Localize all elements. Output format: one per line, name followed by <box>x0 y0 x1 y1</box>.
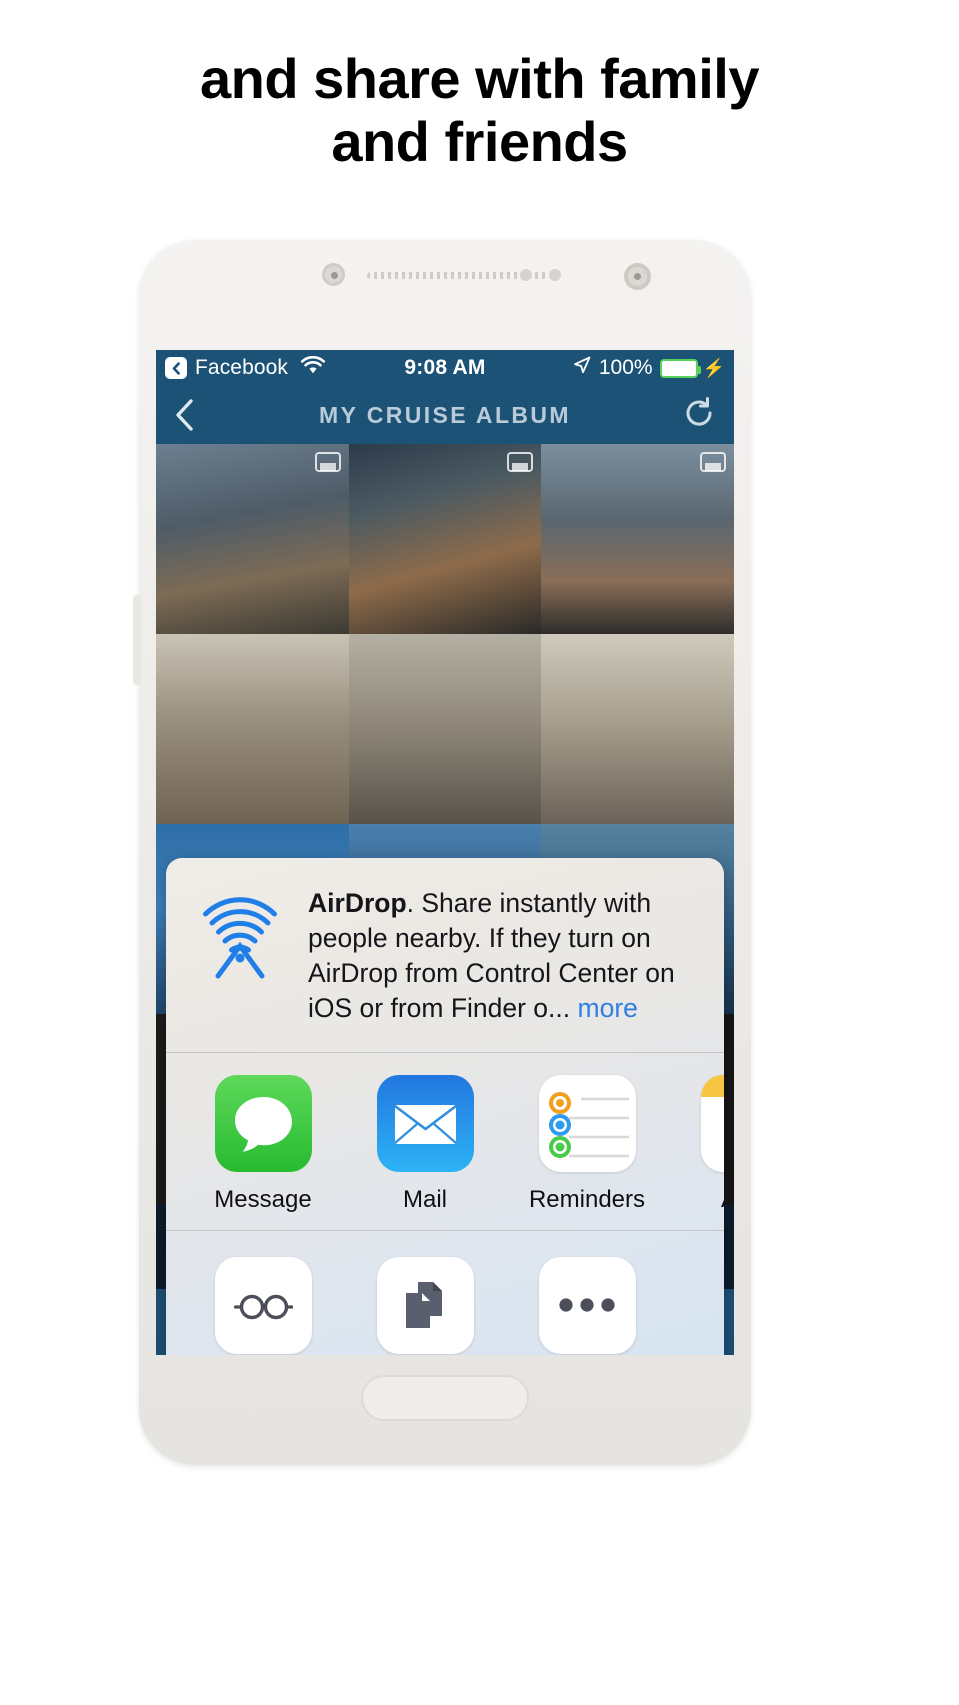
photo-thumb[interactable] <box>541 634 734 824</box>
album-badge-icon <box>700 452 726 472</box>
notes-icon <box>700 1074 724 1172</box>
sheet-divider <box>166 1051 724 1053</box>
share-target-label: Mail <box>402 1185 447 1213</box>
share-sheet: AirDrop. Share instantly with people nea… <box>166 858 724 1355</box>
album-badge-icon <box>507 452 534 472</box>
action-more[interactable]: More <box>524 1256 650 1355</box>
album-badge-icon <box>314 452 341 472</box>
album-title: MY CRUISE ALBUM <box>319 401 571 428</box>
status-bar: Facebook 9:08 AM 100% ⚡ <box>156 350 734 386</box>
airdrop-more-link[interactable]: more <box>578 993 638 1023</box>
sheet-divider <box>166 1229 724 1231</box>
share-apps-row: Message Mail Reminders <box>166 1053 724 1230</box>
ellipsis-icon <box>538 1256 636 1354</box>
share-target-label: Reminders <box>528 1185 646 1213</box>
airdrop-title: AirDrop <box>308 888 407 918</box>
copy-icon <box>376 1256 474 1354</box>
share-target-notes[interactable]: Add t <box>686 1074 724 1214</box>
phone-side-button <box>133 595 141 685</box>
page-title: and share with family and friends <box>0 47 959 173</box>
lightning-bolt-icon: ⚡ <box>702 357 725 378</box>
headline-line-1: and share with family <box>200 47 760 110</box>
share-actions-row: Add to Reading List <box>166 1231 724 1355</box>
share-target-label: Add t <box>686 1186 724 1214</box>
mail-icon <box>376 1074 474 1172</box>
sensor-dot-right <box>549 269 561 281</box>
photo-thumb[interactable] <box>541 444 734 634</box>
refresh-icon[interactable] <box>682 396 734 435</box>
action-copy[interactable]: Copy <box>362 1256 488 1355</box>
phone-mockup: Facebook 9:08 AM 100% ⚡ MY CRUISE ALBUM … <box>133 240 751 1465</box>
share-target-mail[interactable]: Mail <box>362 1074 488 1214</box>
navigation-bar: MY CRUISE ALBUM <box>156 386 734 444</box>
share-target-reminders[interactable]: Reminders <box>524 1074 650 1214</box>
phone-screen: Facebook 9:08 AM 100% ⚡ MY CRUISE ALBUM … <box>156 350 734 1355</box>
app-store-screenshot: and share with family and friends Facebo… <box>0 0 959 1705</box>
front-camera-icon <box>322 263 345 286</box>
messages-icon <box>214 1074 312 1172</box>
status-bar-right: 100% ⚡ <box>572 355 734 381</box>
action-add-to-reading-list[interactable]: Add to Reading List <box>200 1256 326 1355</box>
photo-thumb[interactable] <box>348 444 542 634</box>
sensor-dot-left <box>520 269 532 281</box>
proximity-sensor-icon <box>624 263 651 290</box>
battery-full-icon <box>659 358 701 378</box>
battery-percent-label: 100% <box>598 356 653 379</box>
airdrop-banner[interactable]: AirDrop. Share instantly with people nea… <box>166 858 724 1052</box>
photo-thumb[interactable] <box>156 634 349 824</box>
photo-thumb[interactable] <box>348 634 542 824</box>
airdrop-icon <box>192 888 288 984</box>
location-arrow-icon <box>572 355 592 381</box>
reminders-icon <box>538 1074 636 1172</box>
headline-line-2: and friends <box>331 109 628 173</box>
glasses-icon <box>214 1256 312 1354</box>
photo-thumb[interactable] <box>156 444 349 634</box>
airdrop-description: AirDrop. Share instantly with people nea… <box>308 882 698 1026</box>
share-target-label: Message <box>214 1185 312 1213</box>
home-button[interactable] <box>361 1375 529 1421</box>
share-target-message[interactable]: Message <box>200 1074 326 1214</box>
